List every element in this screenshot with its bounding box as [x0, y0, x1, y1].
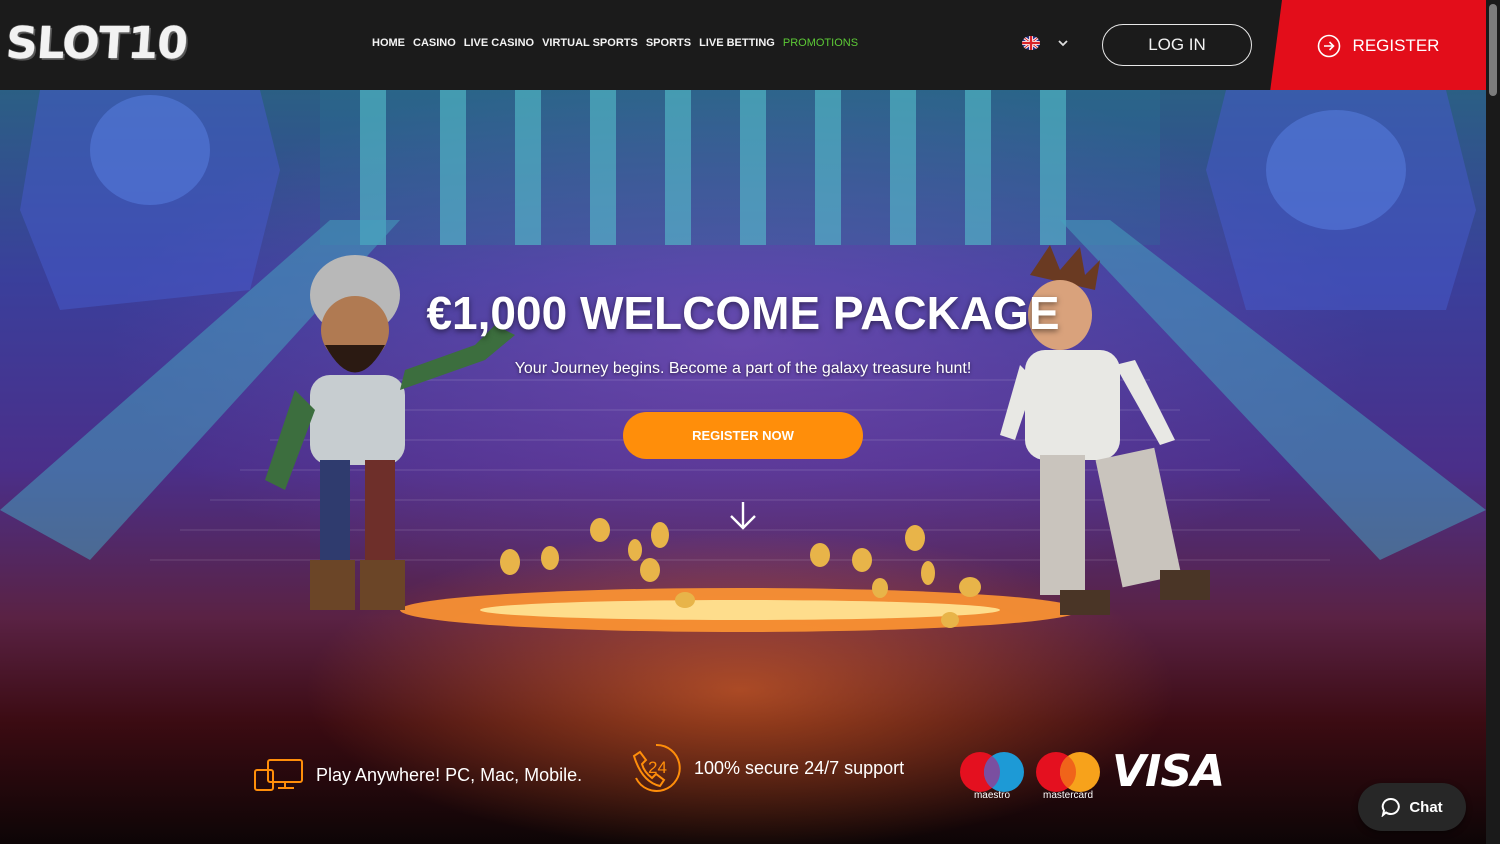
- feature-support: 24 100% secure 24/7 support: [630, 742, 904, 794]
- page-scrollbar[interactable]: [1486, 0, 1500, 844]
- chat-button[interactable]: Chat: [1358, 783, 1466, 831]
- nav-live-betting[interactable]: LIVE BETTING: [699, 37, 775, 49]
- register-button[interactable]: REGISTER: [1270, 0, 1486, 92]
- hero-banner: €1,000 WELCOME PACKAGE Your Journey begi…: [0, 90, 1486, 844]
- nav-home[interactable]: HOME: [372, 37, 405, 49]
- nav-virtual-sports[interactable]: VIRTUAL SPORTS: [542, 37, 638, 49]
- feature-support-text: 100% secure 24/7 support: [694, 757, 905, 778]
- maestro-logo: maestro: [958, 750, 1026, 809]
- language-selector[interactable]: [1022, 36, 1070, 50]
- chevron-down-icon: [1058, 40, 1068, 47]
- register-now-button[interactable]: REGISTER NOW: [623, 412, 863, 459]
- nav-live-casino[interactable]: LIVE CASINO: [464, 37, 534, 49]
- chat-bubble-icon: [1381, 797, 1401, 817]
- support-24-icon: 24: [632, 743, 681, 792]
- hero-subtitle: Your Journey begins. Become a part of th…: [514, 360, 972, 377]
- top-header: SLOT10 HOME CASINO LIVE CASINO VIRTUAL S…: [0, 0, 1486, 90]
- hero-title: €1,000 WELCOME PACKAGE: [426, 287, 1060, 339]
- nav-sports[interactable]: SPORTS: [646, 37, 691, 49]
- visa-logo: VISA: [1112, 746, 1225, 797]
- feature-play-anywhere-text: Play Anywhere! PC, Mac, Mobile.: [316, 764, 583, 785]
- scrollbar-thumb[interactable]: [1489, 4, 1497, 96]
- features-row: Play Anywhere! PC, Mac, Mobile. 24 100% …: [0, 743, 1486, 844]
- mastercard-logo: mastercard: [1034, 750, 1102, 809]
- nav-promotions[interactable]: PROMOTIONS: [783, 37, 858, 49]
- site-logo[interactable]: SLOT10: [4, 18, 188, 70]
- arrow-down-icon[interactable]: [726, 498, 760, 532]
- feature-play-anywhere: Play Anywhere! PC, Mac, Mobile.: [254, 758, 582, 792]
- login-button[interactable]: LOG IN: [1102, 24, 1252, 66]
- chat-label: Chat: [1409, 798, 1443, 816]
- nav-casino[interactable]: CASINO: [413, 37, 456, 49]
- main-nav: HOME CASINO LIVE CASINO VIRTUAL SPORTS S…: [372, 37, 858, 49]
- register-label: REGISTER: [1352, 36, 1440, 55]
- svg-text:24: 24: [648, 758, 667, 777]
- maestro-label: maestro: [973, 790, 1011, 801]
- uk-flag-icon: [1022, 36, 1040, 50]
- mastercard-label: mastercard: [1042, 790, 1093, 801]
- arrow-circle-right-icon: [1317, 34, 1340, 58]
- devices-icon: [254, 759, 303, 791]
